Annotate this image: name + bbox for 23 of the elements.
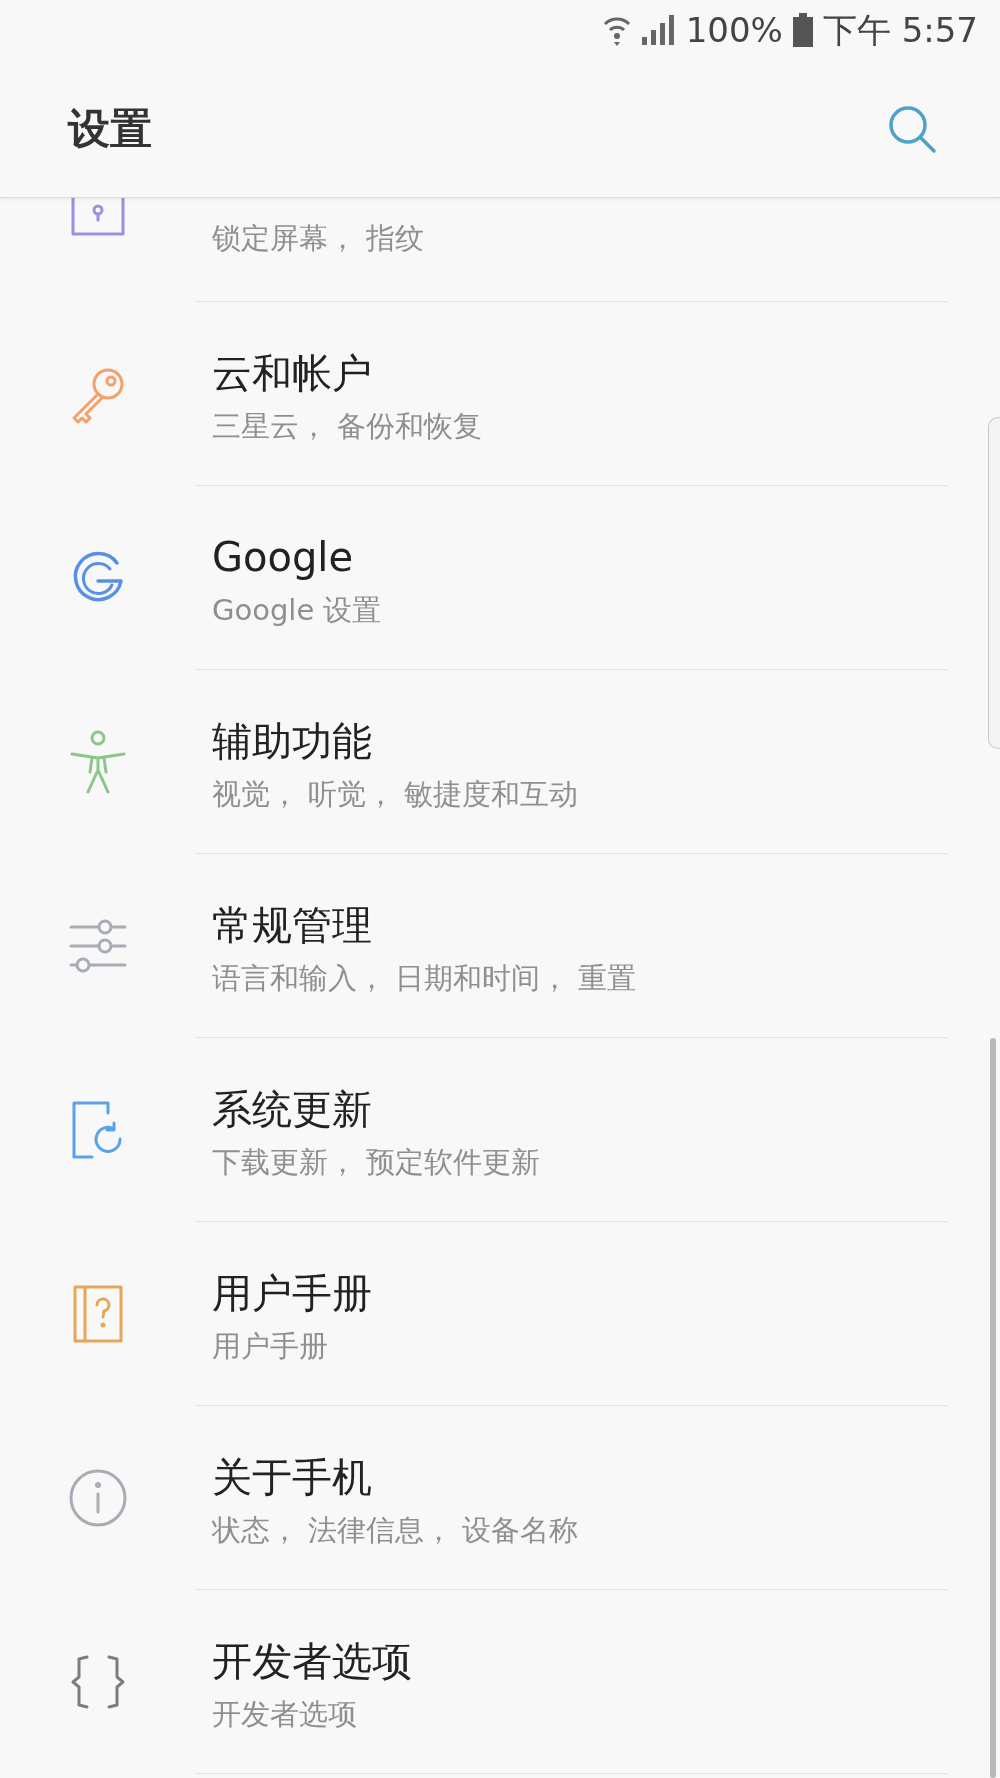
item-title: 用户手册	[212, 1269, 373, 1318]
item-subtitle: 用户手册	[212, 1328, 329, 1365]
item-title: Google	[212, 533, 355, 582]
item-title: 关于手机	[212, 1453, 373, 1502]
battery-percent: 100%	[685, 10, 783, 50]
item-subtitle: 下载更新， 预定软件更新	[212, 1144, 542, 1181]
item-title: 系统更新	[212, 1085, 373, 1134]
item-subtitle: 开发者选项	[212, 1696, 358, 1733]
edge-panel-handle[interactable]	[988, 417, 1000, 749]
clock-time: 下午 5:57	[822, 10, 978, 50]
item-subtitle: 状态， 法律信息， 设备名称	[212, 1512, 580, 1549]
item-subtitle: 三星云， 备份和恢复	[212, 408, 484, 445]
item-title: 常规管理	[212, 901, 373, 950]
item-title: 开发者选项	[212, 1637, 413, 1686]
item-title: 云和帐户	[212, 349, 373, 398]
item-subtitle: 视觉， 听觉， 敏捷度和互动	[212, 776, 580, 813]
item-subtitle: 语言和输入， 日期和时间， 重置	[212, 960, 638, 997]
signal-icon	[641, 15, 676, 45]
page-title: 设置	[68, 102, 152, 155]
battery-icon	[792, 13, 813, 47]
item-subtitle: 锁定屏幕， 指纹	[212, 220, 426, 257]
item-title: 辅助功能	[212, 717, 373, 766]
item-subtitle: Google 设置	[212, 592, 383, 629]
